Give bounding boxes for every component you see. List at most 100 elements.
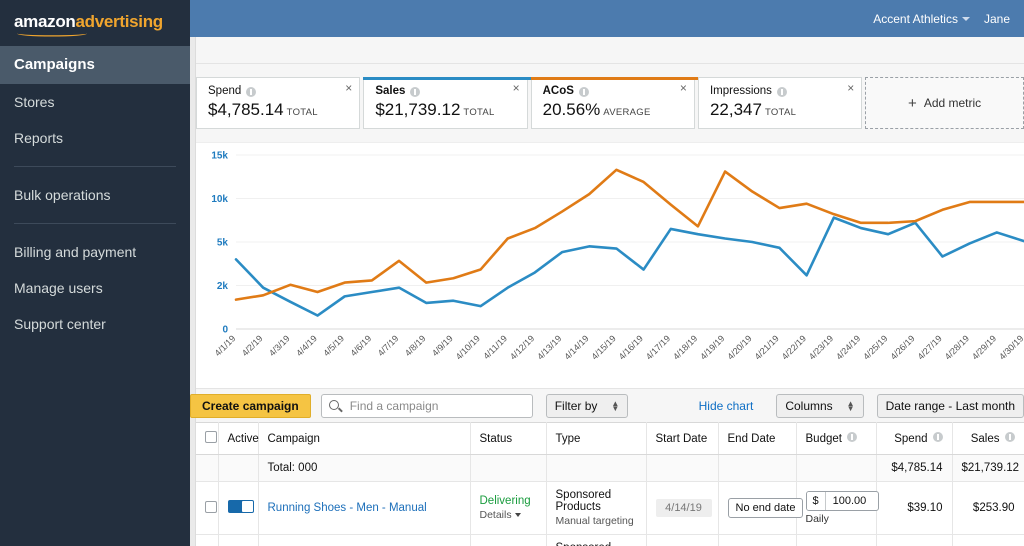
end-date-button[interactable]: No end date xyxy=(727,498,804,518)
row-end-date-cell[interactable]: No end date xyxy=(718,534,797,546)
info-icon[interactable] xyxy=(246,86,257,97)
svg-text:4/6/19: 4/6/19 xyxy=(349,333,374,358)
select-all-checkbox[interactable] xyxy=(205,431,217,443)
table-header-checkbox[interactable] xyxy=(196,422,219,455)
table-header-start-date[interactable]: Start Date xyxy=(646,422,719,455)
table-header-spend-label: Spend xyxy=(894,433,928,445)
metric-cards: × Spend $4,785.14 TOTAL × Sales $21,739.… xyxy=(196,64,1024,142)
table-header-campaign[interactable]: Campaign xyxy=(258,422,471,455)
row-checkbox[interactable] xyxy=(205,500,217,513)
close-icon[interactable]: × xyxy=(680,82,687,94)
metric-card-sales-unit: TOTAL xyxy=(463,107,495,118)
svg-text:4/11/19: 4/11/19 xyxy=(481,333,509,361)
row-active-cell[interactable] xyxy=(218,534,259,546)
metric-card-sales[interactable]: × Sales $21,739.12 TOTAL xyxy=(363,77,543,129)
active-toggle[interactable] xyxy=(227,500,254,513)
table-header-spend[interactable]: Spend xyxy=(876,422,953,455)
total-campaign-cell: Total: 000 xyxy=(258,454,471,482)
svg-text:4/15/19: 4/15/19 xyxy=(590,333,618,361)
table-header-active[interactable]: Active xyxy=(218,422,259,455)
table-total-row: Total: 000 $4,785.14 $21,739.12 xyxy=(196,454,1024,482)
info-icon[interactable] xyxy=(410,86,421,97)
sidebar-item-campaigns[interactable]: Campaigns xyxy=(0,46,190,84)
row-end-date-cell[interactable]: No end date xyxy=(718,481,804,535)
campaign-type: Sponsored Products xyxy=(555,489,612,513)
svg-text:4/29/19: 4/29/19 xyxy=(970,333,998,361)
metric-card-sales-label: Sales xyxy=(375,85,406,97)
row-checkbox-cell[interactable] xyxy=(196,481,219,535)
table-header-end-date[interactable]: End Date xyxy=(718,422,797,455)
table-header-sales[interactable]: Sales xyxy=(952,422,1024,455)
row-type-cell: Sponsored Products Manual targeting xyxy=(546,481,647,535)
filter-by-select[interactable]: Filter by ▲ ▼ xyxy=(545,393,629,418)
row-checkbox-cell[interactable] xyxy=(196,534,219,546)
date-range-select[interactable]: Date range - Last month xyxy=(876,393,1024,418)
svg-text:4/25/19: 4/25/19 xyxy=(861,333,889,361)
close-icon[interactable]: × xyxy=(847,82,854,94)
info-icon[interactable] xyxy=(932,432,943,442)
status-badge: Delivering xyxy=(479,495,531,507)
svg-text:4/17/19: 4/17/19 xyxy=(644,333,672,361)
svg-text:0: 0 xyxy=(222,325,228,336)
sidebar-item-bulk-operations[interactable]: Bulk operations xyxy=(0,177,190,213)
row-active-cell[interactable] xyxy=(218,481,259,535)
info-icon[interactable] xyxy=(846,432,857,442)
budget-input[interactable]: $ 100.00 xyxy=(805,491,879,511)
close-icon[interactable]: × xyxy=(513,82,520,94)
metric-card-spend[interactable]: × Spend $4,785.14 TOTAL xyxy=(196,77,361,129)
details-label: Details xyxy=(479,509,512,521)
search-input[interactable] xyxy=(347,397,518,414)
metric-card-impressions-label: Impressions xyxy=(709,85,772,97)
metric-card-spend-label: Spend xyxy=(208,85,242,97)
row-start-date-cell: 4/14/19 xyxy=(646,481,719,535)
sidebar-item-reports[interactable]: Reports xyxy=(0,120,190,156)
row-budget-cell[interactable]: $ 100.00 Daily xyxy=(796,481,879,535)
search-campaign-box[interactable] xyxy=(320,393,533,418)
campaign-link[interactable]: Running Shoes - Men - Manual xyxy=(268,502,427,514)
sidebar-item-manage-users[interactable]: Manage users xyxy=(0,270,190,306)
brand-logo[interactable]: amazonadvertising xyxy=(0,0,190,44)
row-start-date-cell: 4/14/19 xyxy=(646,534,719,546)
details-toggle[interactable]: Details xyxy=(480,509,537,521)
info-icon[interactable] xyxy=(578,86,589,97)
info-icon[interactable] xyxy=(1004,432,1015,442)
performance-chart[interactable]: 0 2k 5k 10k 15k 4/1/19 4/2/19 4/3/19 4/4/19 4/5/1… xyxy=(196,142,1024,388)
create-campaign-button[interactable]: Create campaign xyxy=(190,393,311,418)
add-metric-label: Add metric xyxy=(923,96,982,110)
currency-symbol: $ xyxy=(806,492,826,510)
metric-card-acos-value: 20.56% xyxy=(542,100,601,119)
sidebar-item-billing-and-payment[interactable]: Billing and payment xyxy=(0,234,190,270)
user-menu[interactable]: Jane xyxy=(984,12,1010,26)
close-icon[interactable]: × xyxy=(345,82,352,94)
table-header-type[interactable]: Type xyxy=(546,422,647,455)
hide-chart-link[interactable]: Hide chart xyxy=(699,399,754,413)
metric-card-impressions[interactable]: × Impressions 22,347 TOTAL xyxy=(697,77,863,129)
account-switcher[interactable]: Accent Athletics xyxy=(873,12,970,26)
plus-icon: + xyxy=(908,94,917,112)
brand-amazon-text: amazon xyxy=(14,12,76,31)
row-campaign-cell: Running Shoes - Men - Manual xyxy=(258,481,471,535)
filter-by-label: Filter by xyxy=(554,398,598,413)
columns-label: Columns xyxy=(785,398,833,413)
table-header-status[interactable]: Status xyxy=(470,422,547,455)
info-icon[interactable] xyxy=(776,86,787,97)
sidebar: amazonadvertising Campaigns Stores Repor… xyxy=(0,0,190,546)
sidebar-item-support-center[interactable]: Support center xyxy=(0,306,190,342)
row-budget-cell[interactable]: $ 50.00 Daily xyxy=(796,534,877,546)
svg-text:4/20/19: 4/20/19 xyxy=(725,333,753,361)
sidebar-item-stores[interactable]: Stores xyxy=(0,84,190,120)
columns-select[interactable]: Columns ▲ ▼ xyxy=(776,393,864,418)
sidebar-divider-1 xyxy=(14,166,176,167)
add-metric-button[interactable]: + Add metric xyxy=(865,77,1024,129)
svg-text:4/14/19: 4/14/19 xyxy=(562,333,590,361)
sidebar-nav: Campaigns Stores Reports Bulk operations… xyxy=(0,46,190,342)
table-header-budget[interactable]: Budget xyxy=(796,422,877,455)
campaign-toolbar: Create campaign Filter by ▲▼ Hide chart … xyxy=(190,388,1024,422)
metric-card-acos[interactable]: × ACoS 20.56% AVERAGE xyxy=(530,77,710,129)
budget-value[interactable]: 100.00 xyxy=(826,492,878,510)
row-spend-cell: $39.10 xyxy=(876,481,953,535)
brand-advertising-text: advertising xyxy=(75,12,164,31)
row-spend-cell: $960.28 xyxy=(876,534,953,546)
chevron-down-icon xyxy=(961,17,970,22)
row-campaign-cell: Running Shoes - Men - Automatic xyxy=(258,534,471,546)
